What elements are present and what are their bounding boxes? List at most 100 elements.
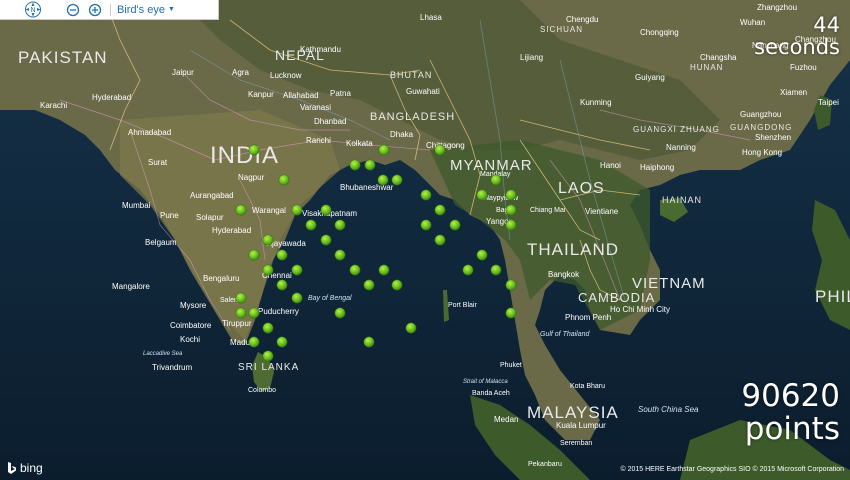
data-point <box>334 219 346 231</box>
data-point <box>320 234 332 246</box>
map-toolbar: N Bird's eye ▼ <box>0 0 219 20</box>
city-label: Bengaluru <box>203 274 239 283</box>
data-point <box>349 159 361 171</box>
label-guangxi: GUANGXI ZHUANG <box>633 125 720 134</box>
zoom-out-icon[interactable] <box>66 3 80 17</box>
city-label: Vientiane <box>585 207 619 216</box>
city-label: Lijiang <box>520 53 543 62</box>
map-canvas[interactable]: PAKISTAN NEPAL INDIA BANGLADESH BHUTAN M… <box>0 0 850 480</box>
point-count-readout: 90620 points <box>741 380 840 445</box>
data-point <box>276 249 288 261</box>
data-point <box>248 307 260 319</box>
label-sichuan: SICHUAN <box>540 25 583 34</box>
city-label: Warangal <box>252 206 286 215</box>
city-label: Guangzhou <box>740 110 781 119</box>
bing-logo-text: bing <box>20 461 43 475</box>
city-label: Chengdu <box>566 15 598 24</box>
data-point <box>377 174 389 186</box>
city-label: Hanoi <box>600 161 621 170</box>
label-guangdong: GUANGDONG <box>730 123 792 132</box>
data-point <box>490 264 502 276</box>
city-label: Phnom Penh <box>565 313 611 322</box>
data-point <box>291 264 303 276</box>
map-style-label: Bird's eye <box>117 3 165 16</box>
elapsed-time-value: 44 <box>813 13 840 37</box>
data-point <box>291 292 303 304</box>
city-label: Lhasa <box>420 13 442 22</box>
compass-control[interactable]: N <box>22 1 44 18</box>
point-count-value: 90620 <box>741 378 840 414</box>
data-point <box>349 264 361 276</box>
city-label: Aurangabad <box>190 191 234 200</box>
city-label: Changsha <box>700 53 737 62</box>
data-point <box>434 204 446 216</box>
data-point <box>276 279 288 291</box>
bing-icon <box>8 461 16 474</box>
data-point <box>378 264 390 276</box>
city-label: Seremban <box>560 440 592 447</box>
label-strait-of-malacca: Strait of Malacca <box>463 379 508 385</box>
data-point <box>391 279 403 291</box>
label-malaysia: MALAYSIA <box>527 403 619 422</box>
city-label: Mumbai <box>122 201 151 210</box>
label-phil: PHIL <box>815 287 850 306</box>
city-label: Surat <box>148 158 168 167</box>
city-label: Dhaka <box>390 130 414 139</box>
city-label: Agra <box>232 68 249 77</box>
data-point <box>449 219 461 231</box>
data-point <box>248 144 260 156</box>
city-label: Coimbatore <box>170 321 212 330</box>
data-point <box>248 249 260 261</box>
data-point <box>505 307 517 319</box>
label-sri-lanka: SRI LANKA <box>238 362 299 373</box>
city-label: Solapur <box>196 213 224 222</box>
city-label: Nagpur <box>238 173 265 182</box>
city-label: Kolkata <box>346 139 373 148</box>
label-hainan: HAINAN <box>662 195 702 205</box>
data-point <box>363 336 375 348</box>
data-point <box>262 350 274 362</box>
city-label: Varanasi <box>300 103 331 112</box>
city-label: Kota Bharu <box>570 383 605 390</box>
data-point <box>391 174 403 186</box>
data-point <box>505 219 517 231</box>
data-point <box>334 249 346 261</box>
data-point <box>405 322 417 334</box>
data-point <box>305 219 317 231</box>
city-label: Kathmandu <box>300 45 341 54</box>
data-point <box>276 336 288 348</box>
data-point <box>505 204 517 216</box>
city-label: Haiphong <box>640 163 674 172</box>
label-vietnam: VIETNAM <box>632 275 706 292</box>
data-point <box>476 189 488 201</box>
city-label: Kunming <box>580 98 612 107</box>
label-laos: LAOS <box>558 180 605 197</box>
chevron-down-icon: ▼ <box>167 6 175 13</box>
city-label: Xiamen <box>780 88 807 97</box>
city-label: Port Blair <box>448 302 477 309</box>
elapsed-time-readout: 44 seconds <box>754 14 840 58</box>
label-pakistan: PAKISTAN <box>18 48 108 67</box>
data-point <box>334 307 346 319</box>
label-laccadive-sea: Laccadive Sea <box>143 351 183 357</box>
data-point <box>235 307 247 319</box>
data-point <box>235 204 247 216</box>
city-label: Puducherry <box>258 307 299 316</box>
city-label: Ahmadabad <box>128 128 171 137</box>
city-label: Banda Aceh <box>472 390 510 397</box>
bing-logo[interactable]: bing <box>7 461 43 475</box>
compass-label: N <box>30 7 35 14</box>
city-label: Guiyang <box>635 73 665 82</box>
city-label: Mysore <box>180 301 207 310</box>
label-india: INDIA <box>210 142 279 169</box>
city-label: Zhangzhou <box>757 3 797 12</box>
city-label: Hyderabad <box>92 93 131 102</box>
city-label: Mangalore <box>112 282 150 291</box>
city-label: Chiang Mai <box>530 207 566 214</box>
data-point <box>291 204 303 216</box>
zoom-in-icon[interactable] <box>88 3 102 17</box>
label-bangladesh: BANGLADESH <box>370 111 455 123</box>
city-label: Shenzhen <box>755 133 791 142</box>
data-point <box>320 204 332 216</box>
map-style-dropdown[interactable]: Bird's eye ▼ <box>117 4 175 16</box>
